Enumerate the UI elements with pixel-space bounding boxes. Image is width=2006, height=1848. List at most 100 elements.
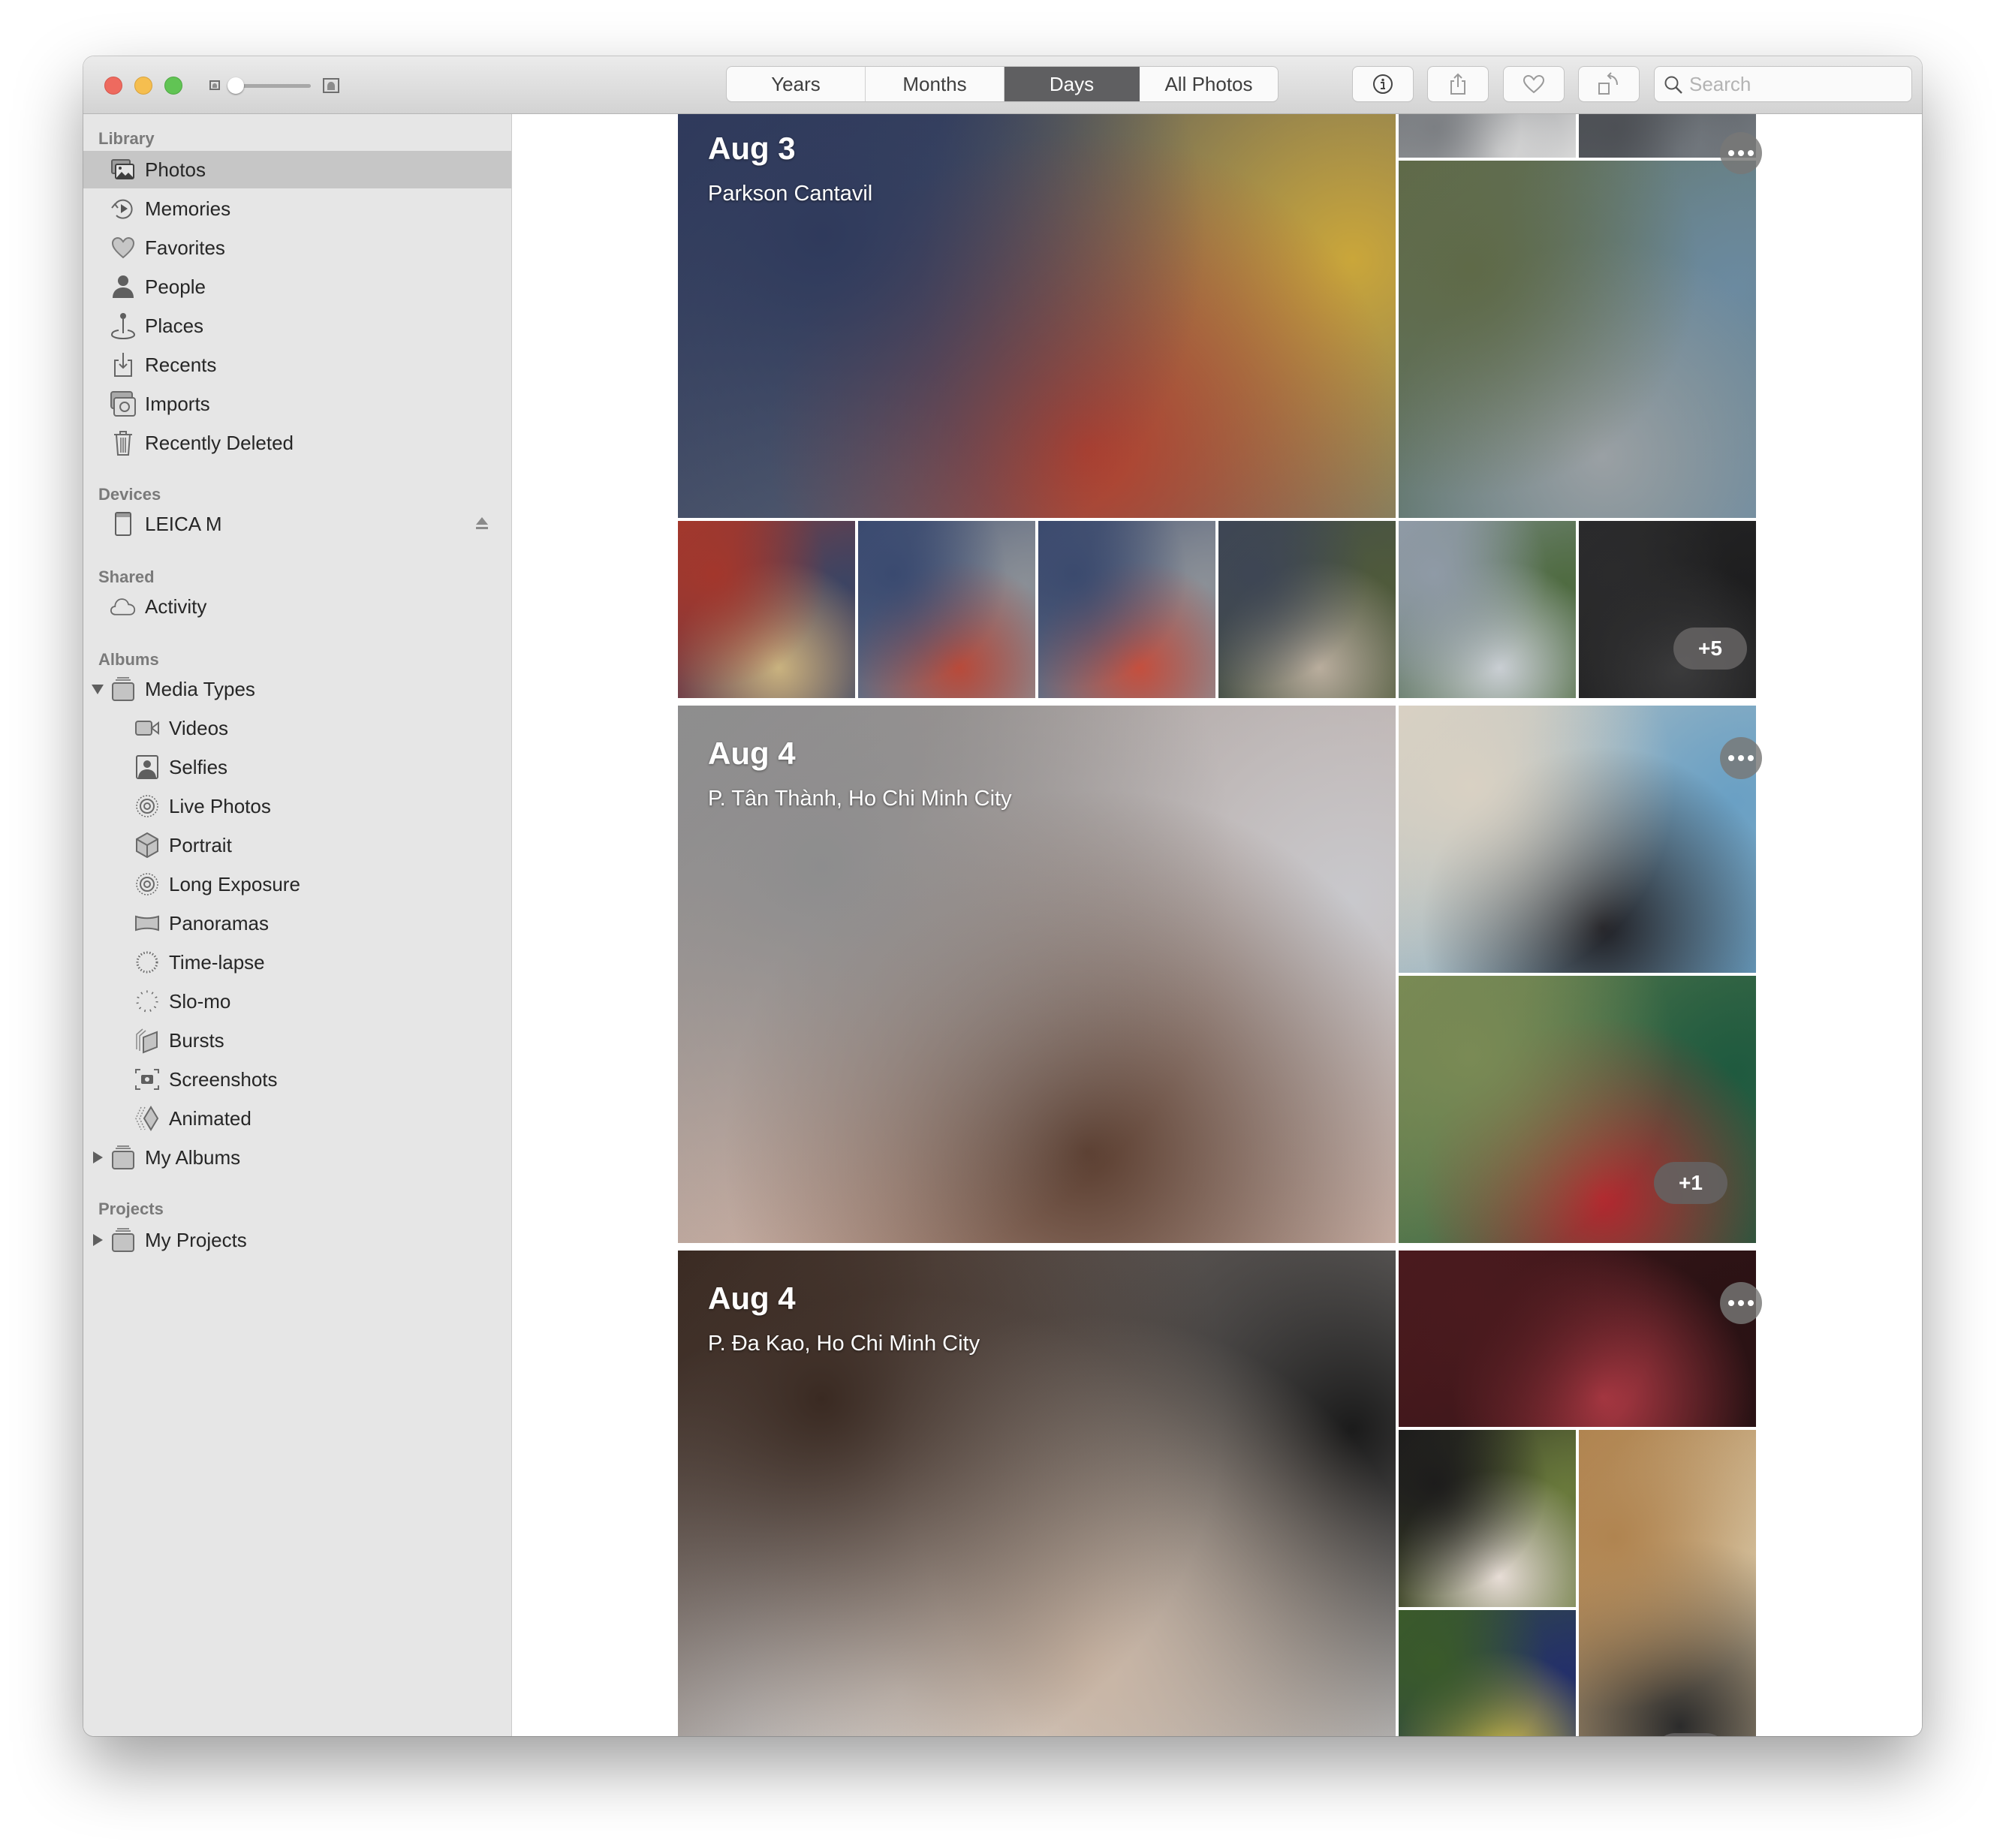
sidebar-item-media-types[interactable]: Media Types (83, 670, 511, 708)
sidebar-item-animated[interactable]: Animated (83, 1100, 511, 1137)
sidebar-item-label: Activity (145, 594, 207, 618)
search-field[interactable] (1655, 67, 1911, 101)
info-icon (1373, 74, 1393, 94)
sidebar-item-long-exposure[interactable]: Long Exposure (83, 865, 511, 903)
sidebar-item-people[interactable]: People (83, 268, 511, 305)
heart-icon (1523, 74, 1545, 94)
eject-icon[interactable] (475, 516, 489, 530)
long-exposure-icon (134, 871, 160, 897)
sidebar-item-label: Animated (169, 1106, 252, 1130)
share-icon (1450, 73, 1465, 95)
sidebar-item-places[interactable]: Places (83, 307, 511, 345)
sidebar-item-activity[interactable]: Activity (83, 588, 511, 625)
day-hero-photo[interactable]: Aug 3 Parkson Cantavil (678, 114, 1396, 518)
more-photos-badge[interactable]: +5 (1673, 628, 1747, 670)
animated-icon (134, 1106, 160, 1131)
photo-thumbnail[interactable] (1399, 521, 1576, 698)
photo-thumbnail[interactable] (1399, 161, 1756, 518)
rotate-icon (1598, 72, 1618, 95)
photo-thumbnail[interactable] (858, 521, 1035, 698)
tab-all-photos[interactable]: All Photos (1140, 67, 1278, 101)
disclosure-triangle-collapsed-icon[interactable] (91, 1233, 104, 1247)
sidebar-item-photos[interactable]: Photos (83, 151, 511, 188)
search-icon (1664, 76, 1682, 94)
sidebar-item-label: Imports (145, 392, 210, 415)
sidebar-item-label: Photos (145, 158, 206, 181)
sidebar-item-label: People (145, 275, 206, 298)
photo-thumbnail[interactable] (1399, 1430, 1576, 1607)
sidebar-item-memories[interactable]: Memories (83, 190, 511, 227)
search-input[interactable] (1689, 67, 1899, 101)
thumbnail-size-slider[interactable] (209, 76, 360, 95)
photo-thumbnail[interactable] (1399, 1251, 1756, 1427)
sidebar-item-label: My Albums (145, 1145, 241, 1169)
sidebar-item-label: Recents (145, 353, 217, 376)
sidebar-item-recents[interactable]: Recents (83, 346, 511, 384)
large-thumbnail-icon (323, 78, 339, 93)
album-stack-icon (110, 1227, 136, 1253)
disclosure-triangle-collapsed-icon[interactable] (91, 1151, 104, 1164)
day-hero-photo[interactable]: Aug 4 P. Tân Thành, Ho Chi Minh City (678, 706, 1396, 1243)
sidebar-item-leica-m[interactable]: LEICA M (83, 505, 511, 543)
sidebar-item-screenshots[interactable]: Screenshots (83, 1061, 511, 1098)
share-button[interactable] (1428, 67, 1488, 101)
sidebar-item-my-projects[interactable]: My Projects (83, 1221, 511, 1259)
sidebar-item-label: Media Types (145, 677, 255, 700)
photo-thumbnail[interactable] (1399, 706, 1756, 973)
day-date: Aug 4 (708, 736, 796, 771)
sidebar-item-label: Favorites (145, 236, 225, 259)
minimize-window-button[interactable] (134, 77, 152, 95)
sidebar-item-label: Selfies (169, 755, 228, 778)
more-options-button[interactable] (1720, 737, 1762, 779)
info-button[interactable] (1353, 67, 1413, 101)
favorite-button[interactable] (1504, 67, 1564, 101)
sd-card-icon (110, 511, 136, 537)
rotate-button[interactable] (1579, 67, 1639, 101)
more-options-button[interactable] (1720, 1282, 1762, 1324)
day-location[interactable]: P. Đa Kao, Ho Chi Minh City (708, 1332, 980, 1356)
sidebar-item-portrait[interactable]: Portrait (83, 826, 511, 864)
disclosure-triangle-expanded-icon[interactable] (91, 682, 104, 696)
photo-thumbnail[interactable]: +7 (1579, 1430, 1756, 1736)
maximize-window-button[interactable] (164, 77, 182, 95)
cube-icon (134, 832, 160, 858)
day-hero-photo[interactable]: Aug 4 P. Đa Kao, Ho Chi Minh City (678, 1251, 1396, 1736)
tab-days[interactable]: Days (1005, 67, 1140, 101)
album-stack-icon (110, 1145, 136, 1170)
sidebar-item-label: Recently Deleted (145, 431, 294, 454)
sidebar-item-videos[interactable]: Videos (83, 709, 511, 747)
photo-thumbnail[interactable] (1399, 1610, 1576, 1736)
more-photos-badge[interactable]: +1 (1654, 1162, 1727, 1204)
sidebar-item-live-photos[interactable]: Live Photos (83, 787, 511, 825)
tab-years[interactable]: Years (727, 67, 866, 101)
photo-thumbnail[interactable]: +1 (1399, 976, 1756, 1243)
photo-thumbnail[interactable]: +5 (1579, 521, 1756, 698)
sidebar-item-panoramas[interactable]: Panoramas (83, 904, 511, 942)
day-location[interactable]: Parkson Cantavil (708, 182, 872, 206)
sidebar-item-bursts[interactable]: Bursts (83, 1022, 511, 1059)
sidebar-item-time-lapse[interactable]: Time-lapse (83, 944, 511, 981)
close-window-button[interactable] (104, 77, 122, 95)
slider-knob[interactable] (227, 77, 244, 94)
sidebar-item-my-albums[interactable]: My Albums (83, 1139, 511, 1176)
section-devices: Devices (98, 485, 161, 504)
sidebar-item-slo-mo[interactable]: Slo-mo (83, 983, 511, 1020)
sidebar-item-label: Time-lapse (169, 950, 265, 974)
photo-thumbnail[interactable] (1399, 114, 1576, 158)
import-arrow-icon (110, 352, 136, 378)
sidebar-item-selfies[interactable]: Selfies (83, 748, 511, 786)
photo-thumbnail[interactable] (1038, 521, 1215, 698)
more-options-button[interactable] (1720, 132, 1762, 174)
sidebar-item-imports[interactable]: Imports (83, 385, 511, 423)
heart-icon (110, 235, 136, 260)
sidebar-item-recently-deleted[interactable]: Recently Deleted (83, 424, 511, 462)
sidebar-item-label: Long Exposure (169, 872, 300, 895)
day-location[interactable]: P. Tân Thành, Ho Chi Minh City (708, 787, 1012, 811)
photo-thumbnail[interactable] (1218, 521, 1396, 698)
tab-months[interactable]: Months (866, 67, 1005, 101)
sidebar-item-label: Bursts (169, 1028, 224, 1052)
more-photos-badge[interactable]: +7 (1654, 1733, 1727, 1736)
sidebar-item-favorites[interactable]: Favorites (83, 229, 511, 266)
photo-thumbnail[interactable] (678, 521, 855, 698)
sidebar-item-label: LEICA M (145, 512, 222, 535)
